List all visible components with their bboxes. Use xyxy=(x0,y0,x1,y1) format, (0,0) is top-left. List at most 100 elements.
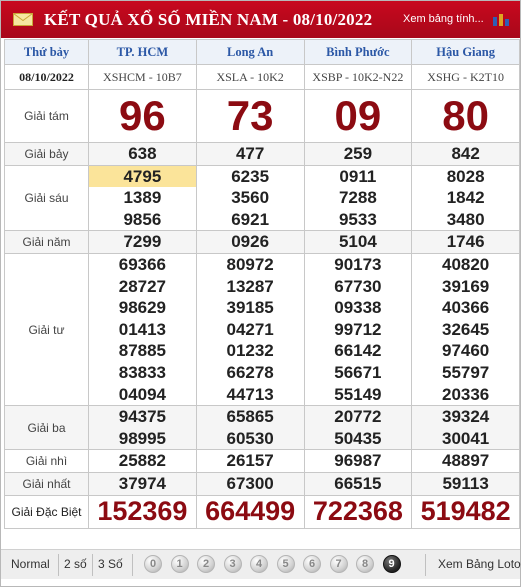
digit-filter-button[interactable]: 5 xyxy=(276,555,295,573)
prize-number: 20336 xyxy=(441,384,490,404)
prize-number: 04094 xyxy=(118,384,167,404)
prize-number: 01413 xyxy=(118,319,167,339)
prize-number: 20772 xyxy=(334,407,382,427)
prize-cell: 259 xyxy=(303,142,413,166)
three-digit-button[interactable]: 3 Số xyxy=(98,557,123,571)
prize-cell: 519482 xyxy=(411,494,520,529)
prize-number: 48897 xyxy=(441,451,490,471)
prize-number: 69366 xyxy=(118,254,167,274)
prize-cell: 0926 xyxy=(195,230,305,254)
prize-row: Giải Đặc Biệt 152369 664499 722368 519482 xyxy=(4,494,520,529)
province-name[interactable]: Bình Phước xyxy=(303,39,413,65)
draw-code: XSBP - 10K2-N22 xyxy=(303,64,413,90)
prize-label: Giải tư xyxy=(4,252,89,407)
prize-cell: 67300 xyxy=(195,471,305,496)
page-title: KẾT QUẢ XỔ SỐ MIỀN NAM - 08/10/2022 xyxy=(44,10,373,29)
prize-cell: 1746 xyxy=(411,230,520,254)
prize-number: 96987 xyxy=(334,451,382,471)
prize-number: 39185 xyxy=(226,298,274,318)
province-name[interactable]: TP. HCM xyxy=(88,39,197,65)
view-loto-link[interactable]: Xem Bảng Loto xyxy=(438,557,521,571)
province-name[interactable]: Hậu Giang xyxy=(411,39,520,65)
prize-number: 842 xyxy=(451,144,480,163)
view-table-link[interactable]: Xem bảng tính... xyxy=(403,13,484,25)
prize-label: Giải ba xyxy=(4,405,89,451)
prize-number: 722368 xyxy=(312,495,403,526)
digit-filter-button[interactable]: 3 xyxy=(223,555,242,573)
results-panel: KẾT QUẢ XỔ SỐ MIỀN NAM - 08/10/2022 Xem … xyxy=(0,0,521,587)
prize-cell: 80 xyxy=(411,89,520,143)
prize-number: 66515 xyxy=(334,473,382,493)
prize-number: 66278 xyxy=(226,362,274,382)
prize-number: 80 xyxy=(442,92,489,140)
prize-cell: 96987 xyxy=(303,449,413,473)
prize-label: Giải nhất xyxy=(4,471,89,496)
footer-toolbar: Normal 2 số 3 Số 0123456789 Xem Bảng Lot… xyxy=(1,549,521,579)
digit-filter-button[interactable]: 7 xyxy=(329,555,348,573)
prize-number: 99712 xyxy=(334,319,382,339)
prize-number: 40820 xyxy=(441,254,490,274)
prize-row: Giải tư 69366 28727 98629 01413 87885 83833 040… xyxy=(4,252,520,407)
digit-filter-button[interactable]: 4 xyxy=(250,555,268,573)
prize-number: 3560 xyxy=(231,188,270,208)
prize-number: 8028 xyxy=(446,166,485,186)
prize-number: 80972 xyxy=(226,254,274,274)
digit-filter-button[interactable]: 8 xyxy=(356,555,374,573)
prize-number: 28727 xyxy=(118,276,167,296)
digit-filter-button[interactable]: 9 xyxy=(382,555,401,573)
prize-number: 96 xyxy=(119,92,166,140)
divider xyxy=(58,554,59,576)
normal-mode-button[interactable]: Normal xyxy=(11,557,50,571)
prize-number: 55149 xyxy=(334,384,382,404)
prize-number: 6235 xyxy=(231,166,270,186)
mail-icon xyxy=(13,13,33,26)
prize-number: 50435 xyxy=(334,428,382,448)
prize-number: 9856 xyxy=(123,209,162,229)
digit-filter-button[interactable]: 1 xyxy=(170,555,189,573)
prize-number: 1746 xyxy=(446,232,485,252)
prize-number: 55797 xyxy=(441,362,490,382)
prize-cell: 477 xyxy=(195,142,305,166)
digit-filter-button[interactable]: 6 xyxy=(303,555,321,573)
prize-row: Giải sáu 4795 1389 9856 6235 3560 6921 0911 7288… xyxy=(4,164,520,232)
prize-number: 3480 xyxy=(446,209,485,229)
prize-cell: 09 xyxy=(303,89,413,143)
province-header-row: Thứ bảy TP. HCM Long An Bình Phước Hậu G… xyxy=(4,39,520,65)
prize-cell: 94375 98995 xyxy=(88,405,197,451)
prize-number: 37974 xyxy=(118,473,167,493)
prize-number: 87885 xyxy=(118,341,167,361)
prize-number: 83833 xyxy=(118,362,167,382)
prize-number: 90173 xyxy=(334,254,382,274)
prize-cell: 73 xyxy=(195,89,305,143)
prize-cell: 0911 7288 9533 xyxy=(303,164,413,232)
draw-code: XSLA - 10K2 xyxy=(195,64,305,90)
draw-code: XSHG - K2T10 xyxy=(411,64,520,90)
day-of-week: Thứ bảy xyxy=(4,39,89,65)
prize-cell: 20772 50435 xyxy=(303,405,413,451)
two-digit-button[interactable]: 2 số xyxy=(64,557,87,571)
divider xyxy=(92,554,93,576)
prize-label: Giải Đặc Biệt xyxy=(4,494,89,529)
prize-number: 94375 xyxy=(118,407,167,427)
prize-number: 65865 xyxy=(226,407,274,427)
prize-row: Giải năm 7299 0926 5104 1746 xyxy=(4,230,520,254)
prize-number: 01232 xyxy=(226,341,274,361)
prize-row: Giải nhất 37974 67300 66515 59113 xyxy=(4,471,520,496)
prize-cell: 48897 xyxy=(411,449,520,473)
province-name[interactable]: Long An xyxy=(195,39,305,65)
prize-cell: 8028 1842 3480 xyxy=(411,164,520,232)
prize-row: Giải bảy 638 477 259 842 xyxy=(4,142,520,166)
prize-label: Giải nhì xyxy=(4,449,89,473)
divider xyxy=(425,554,426,576)
prize-cell: 638 xyxy=(88,142,197,166)
prize-row: Giải ba 94375 98995 65865 60530 20772 50435 393… xyxy=(4,405,520,451)
bar-chart-icon[interactable] xyxy=(491,11,511,27)
prize-number: 59113 xyxy=(442,473,489,493)
prize-cell: 37974 xyxy=(88,471,197,496)
prize-number: 0926 xyxy=(231,232,270,252)
digit-filter-button[interactable]: 0 xyxy=(144,555,162,573)
digit-filter-button[interactable]: 2 xyxy=(197,555,215,573)
prize-cell: 6235 3560 6921 xyxy=(195,164,305,232)
prize-number: 67300 xyxy=(226,473,274,493)
prize-cell: 80972 13287 39185 04271 01232 66278 44713 xyxy=(195,252,305,407)
